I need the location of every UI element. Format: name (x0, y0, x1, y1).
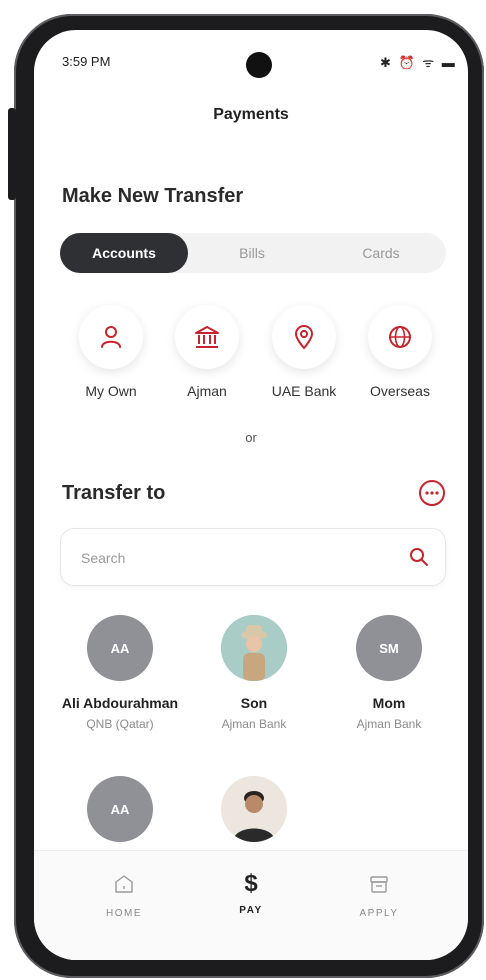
or-divider-text: or (245, 430, 257, 445)
more-dots-icon (425, 491, 439, 495)
child-photo-icon (221, 615, 287, 681)
tab-bills[interactable]: Bills (188, 233, 316, 273)
contact-name: Mom (372, 695, 406, 711)
side-button (8, 108, 16, 200)
option-ajman[interactable]: Ajman (164, 305, 250, 399)
tab-accounts[interactable]: Accounts (60, 233, 188, 273)
globe-icon (389, 326, 411, 348)
page-title: Payments (213, 106, 289, 123)
nav-label: APPLY (359, 908, 399, 919)
nav-apply[interactable]: APPLY (329, 873, 429, 919)
option-label: UAE Bank (271, 383, 337, 399)
location-pin-icon (294, 325, 314, 350)
transfer-to-title: Transfer to (62, 482, 166, 504)
person-icon (101, 326, 121, 348)
app-screen: 3:59 PM ✱ ⏰ ᯤ ▬ Payments Make New Transf… (34, 30, 468, 960)
option-circle[interactable] (368, 305, 432, 369)
option-circle[interactable] (79, 305, 143, 369)
contact-name: Ali Abdourahman (61, 695, 179, 711)
dollar-icon: $ (244, 870, 258, 897)
option-overseas[interactable]: Overseas (357, 305, 443, 399)
person-photo-icon (221, 776, 287, 842)
bottom-nav: HOME $ PAY APPLY (34, 850, 468, 960)
contact-name: Son (240, 695, 268, 711)
front-camera (246, 52, 272, 78)
avatar: AA (87, 776, 153, 842)
nav-label: HOME (106, 908, 142, 919)
make-transfer-title: Make New Transfer (62, 185, 244, 207)
nav-pay[interactable]: $ PAY (201, 870, 301, 917)
option-circle[interactable] (272, 305, 336, 369)
option-uae-bank[interactable]: UAE Bank (261, 305, 347, 399)
status-time: 3:59 PM (62, 54, 111, 69)
avatar-photo (221, 615, 287, 681)
search-icon[interactable] (409, 547, 429, 567)
contact-card[interactable] (184, 776, 324, 842)
contact-card[interactable]: Son Ajman Bank (184, 615, 324, 731)
tab-cards[interactable]: Cards (316, 233, 446, 273)
option-label: Ajman (187, 383, 227, 399)
contact-card[interactable]: AA Ali Abdourahman QNB (Qatar) (50, 615, 190, 731)
avatar: SM (356, 615, 422, 681)
search-box[interactable] (60, 528, 446, 586)
contact-bank: QNB (Qatar) (86, 717, 154, 731)
contact-card[interactable]: AA (50, 776, 190, 842)
archive-box-icon (370, 876, 388, 893)
status-icons: ✱ ⏰ ᯤ ▬ (380, 55, 457, 70)
avatar-photo (221, 776, 287, 842)
more-options-button[interactable] (419, 480, 445, 506)
bank-icon (195, 326, 219, 348)
option-label: Overseas (370, 383, 430, 399)
nav-label: PAY (239, 905, 263, 916)
option-my-own[interactable]: My Own (68, 305, 154, 399)
search-input[interactable] (79, 545, 383, 571)
option-label: My Own (85, 383, 137, 399)
avatar: AA (87, 615, 153, 681)
nav-home[interactable]: HOME (74, 873, 174, 919)
home-icon (115, 875, 133, 893)
transfer-tabs: Accounts Bills Cards (60, 233, 446, 273)
contact-card[interactable]: SM Mom Ajman Bank (319, 615, 459, 731)
option-circle[interactable] (175, 305, 239, 369)
contact-bank: Ajman Bank (356, 717, 422, 731)
contact-bank: Ajman Bank (221, 717, 287, 731)
